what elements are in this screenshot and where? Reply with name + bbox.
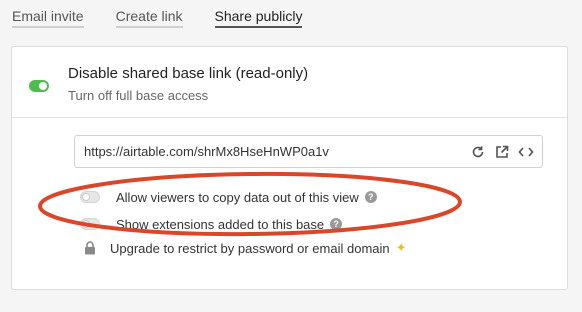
tab-email-invite[interactable]: Email invite: [12, 0, 84, 28]
option-allow-copy: Allow viewers to copy data out of this v…: [80, 187, 377, 207]
allow-copy-toggle[interactable]: [80, 191, 100, 203]
share-card: Disable shared base link (read-only) Tur…: [11, 46, 568, 290]
allow-copy-label: Allow viewers to copy data out of this v…: [116, 189, 359, 205]
url-actions: [470, 144, 534, 160]
tab-create-link[interactable]: Create link: [115, 0, 183, 28]
show-extensions-toggle[interactable]: [80, 218, 100, 230]
shared-link-title: Disable shared base link (read-only): [68, 65, 309, 82]
refresh-icon[interactable]: [470, 144, 486, 160]
share-tabs: Email invite Create link Share publicly: [12, 0, 303, 36]
shared-link-toggle[interactable]: [29, 80, 49, 92]
shared-link-subtitle: Turn off full base access: [68, 88, 209, 103]
sparkle-icon: ✦: [395, 240, 407, 255]
share-url-text[interactable]: https://airtable.com/shrMx8HseHnWP0a1v: [84, 144, 329, 159]
shared-link-header: Disable shared base link (read-only) Tur…: [12, 47, 567, 118]
open-external-icon[interactable]: [494, 144, 510, 160]
option-upgrade-restrict[interactable]: Upgrade to restrict by password or email…: [80, 238, 407, 258]
tab-share-publicly[interactable]: Share publicly: [214, 0, 303, 28]
show-extensions-label: Show extensions added to this base: [116, 216, 325, 232]
help-icon[interactable]: ?: [364, 191, 377, 203]
embed-code-icon[interactable]: [518, 144, 534, 160]
share-url-field[interactable]: https://airtable.com/shrMx8HseHnWP0a1v: [74, 135, 543, 168]
lock-icon: [85, 241, 95, 255]
upgrade-restrict-label[interactable]: Upgrade to restrict by password or email…: [110, 241, 390, 256]
help-icon[interactable]: ?: [330, 218, 343, 230]
option-show-extensions: Show extensions added to this base ?: [80, 214, 343, 234]
